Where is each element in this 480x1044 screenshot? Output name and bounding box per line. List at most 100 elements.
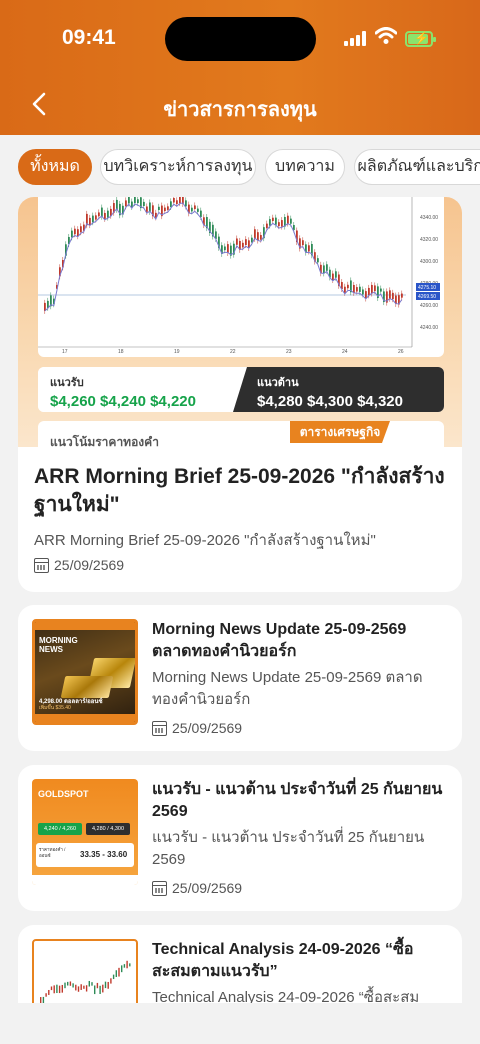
mini-candle [83, 985, 85, 989]
candle-body [332, 273, 334, 281]
candle-body [335, 271, 337, 278]
candle-body [374, 285, 376, 292]
candle-body [254, 229, 256, 239]
x-tick-label: 23 [286, 349, 292, 355]
x-tick-label: 18 [118, 349, 124, 355]
featured-article-title[interactable]: ARR Morning Brief 25-09-2026 "กำลังสร้าง… [34, 463, 446, 519]
mini-candle [121, 965, 123, 973]
article-date: 25/09/2569 [152, 880, 242, 896]
article-title[interactable]: Technical Analysis 24-09-2026 “ซื้อสะสมต… [152, 939, 448, 983]
date-text: 25/09/2569 [172, 880, 243, 896]
status-time: 09:41 [62, 26, 116, 49]
mini-candle [110, 978, 112, 984]
candle-body [143, 201, 145, 207]
mini-candle [61, 984, 63, 993]
candle-body [323, 265, 325, 274]
article-thumbnail: MORNING NEWS 4,298.00 ดอลลาร์/ออนซ์ เพิ่… [32, 619, 138, 725]
candle-body [134, 197, 136, 204]
calendar-icon [152, 720, 167, 736]
candle-body [389, 290, 391, 299]
candle-body [302, 240, 304, 246]
candle-body [344, 286, 346, 293]
candle-body [242, 242, 244, 248]
x-tick-label: 22 [230, 349, 236, 355]
wifi-icon [375, 27, 397, 44]
support-values: $4,260 $4,240 $4,220 [50, 393, 196, 410]
y-tick-label: 4300.00 [420, 259, 438, 265]
mini-candle [80, 984, 82, 990]
mini-candle [126, 960, 128, 969]
candle-body [326, 264, 328, 271]
mini-candle [88, 980, 90, 987]
article-card[interactable]: MORNING NEWS 4,298.00 ดอลลาร์/ออนซ์ เพิ่… [18, 605, 462, 751]
candle-body [149, 202, 151, 212]
mini-candle [94, 985, 96, 995]
category-tabs: ทั้งหมด บทวิเคราะห์การลงทุน บทความ ผลิตภ… [0, 135, 480, 197]
candle-body [131, 201, 133, 207]
mini-candle [107, 981, 109, 989]
article-subtitle: Morning News Update 25-09-2569 ตลาดทองคำ… [152, 669, 423, 708]
candle-body [74, 228, 76, 235]
y-tick-label: 4260.00 [420, 303, 438, 309]
candle-body [92, 215, 94, 223]
mini-candle [96, 982, 99, 989]
candle-body [257, 232, 259, 241]
mini-candle [85, 985, 88, 992]
featured-article-card[interactable]: 4340.004320.004300.004280.004260.004240.… [18, 197, 462, 592]
tab-investment-analysis[interactable]: บทวิเคราะห์การลงทุน [100, 149, 256, 185]
y-tick-label: 4340.00 [420, 215, 438, 221]
candle-body [95, 215, 97, 220]
article-card[interactable]: GOLDSPOT 4,240 / 4,260 4,280 / 4,300 ราค… [18, 765, 462, 911]
x-tick-label: 26 [398, 349, 404, 355]
tab-all[interactable]: ทั้งหมด [18, 149, 92, 185]
candle-body [107, 210, 109, 218]
calendar-icon [34, 557, 49, 573]
calendar-icon [152, 880, 167, 896]
candle-body [272, 217, 274, 221]
candle-body [368, 287, 370, 296]
candle-body [371, 284, 373, 294]
candle-body [245, 239, 247, 245]
tab-articles[interactable]: บทความ [265, 149, 345, 185]
candle-body [260, 235, 262, 240]
battery-icon: ⚡ [405, 31, 436, 47]
candlestick-chart: 4340.004320.004300.004280.004260.004240.… [38, 197, 444, 357]
x-tick-label: 19 [174, 349, 180, 355]
thumb-resistance: 4,280 / 4,300 [86, 823, 130, 835]
resistance-label: แนวต้าน [257, 377, 299, 389]
mini-candle [58, 985, 61, 994]
article-title[interactable]: แนวรับ - แนวต้าน ประจำวันที่ 25 กันยายน … [152, 779, 448, 823]
mini-candle [115, 970, 117, 977]
mini-candle [102, 984, 104, 993]
candle-body [71, 230, 73, 238]
candle-body [281, 220, 283, 227]
candle-body [353, 284, 355, 293]
candle-body [194, 205, 196, 210]
candle-body [200, 210, 202, 218]
y-tick-label: 4240.00 [420, 325, 438, 331]
tab-products-services[interactable]: ผลิตภัณฑ์และบริการ [354, 149, 480, 185]
candle-body [170, 201, 172, 207]
price-tag-low: 4269.50 [418, 294, 436, 300]
candle-body [269, 219, 271, 226]
date-text: 25/09/2569 [172, 720, 243, 736]
app-header: 09:41 ⚡ ข่าวสารการลงทุน [0, 0, 480, 135]
candle-body [179, 197, 181, 204]
featured-article-image: 4340.004320.004300.004280.004260.004240.… [18, 197, 462, 451]
signal-icon [344, 30, 370, 46]
candle-body [98, 212, 100, 217]
candle-body [362, 289, 364, 295]
mini-candle [48, 989, 50, 995]
candle-body [290, 218, 292, 224]
mini-candle [104, 981, 107, 989]
date-text: 25/09/2569 [54, 557, 125, 573]
article-thumbnail: GOLDSPOT 4,240 / 4,260 4,280 / 4,300 ราค… [32, 779, 138, 885]
candle-body [104, 212, 106, 219]
candle-body [164, 207, 166, 212]
article-date: 25/09/2569 [152, 720, 242, 736]
mini-candle [53, 985, 55, 994]
article-title[interactable]: Morning News Update 25-09-2569 ตลาดทองคำ… [152, 619, 448, 663]
candle-body [197, 208, 199, 212]
mini-candle [77, 986, 80, 992]
candle-body [227, 244, 229, 253]
